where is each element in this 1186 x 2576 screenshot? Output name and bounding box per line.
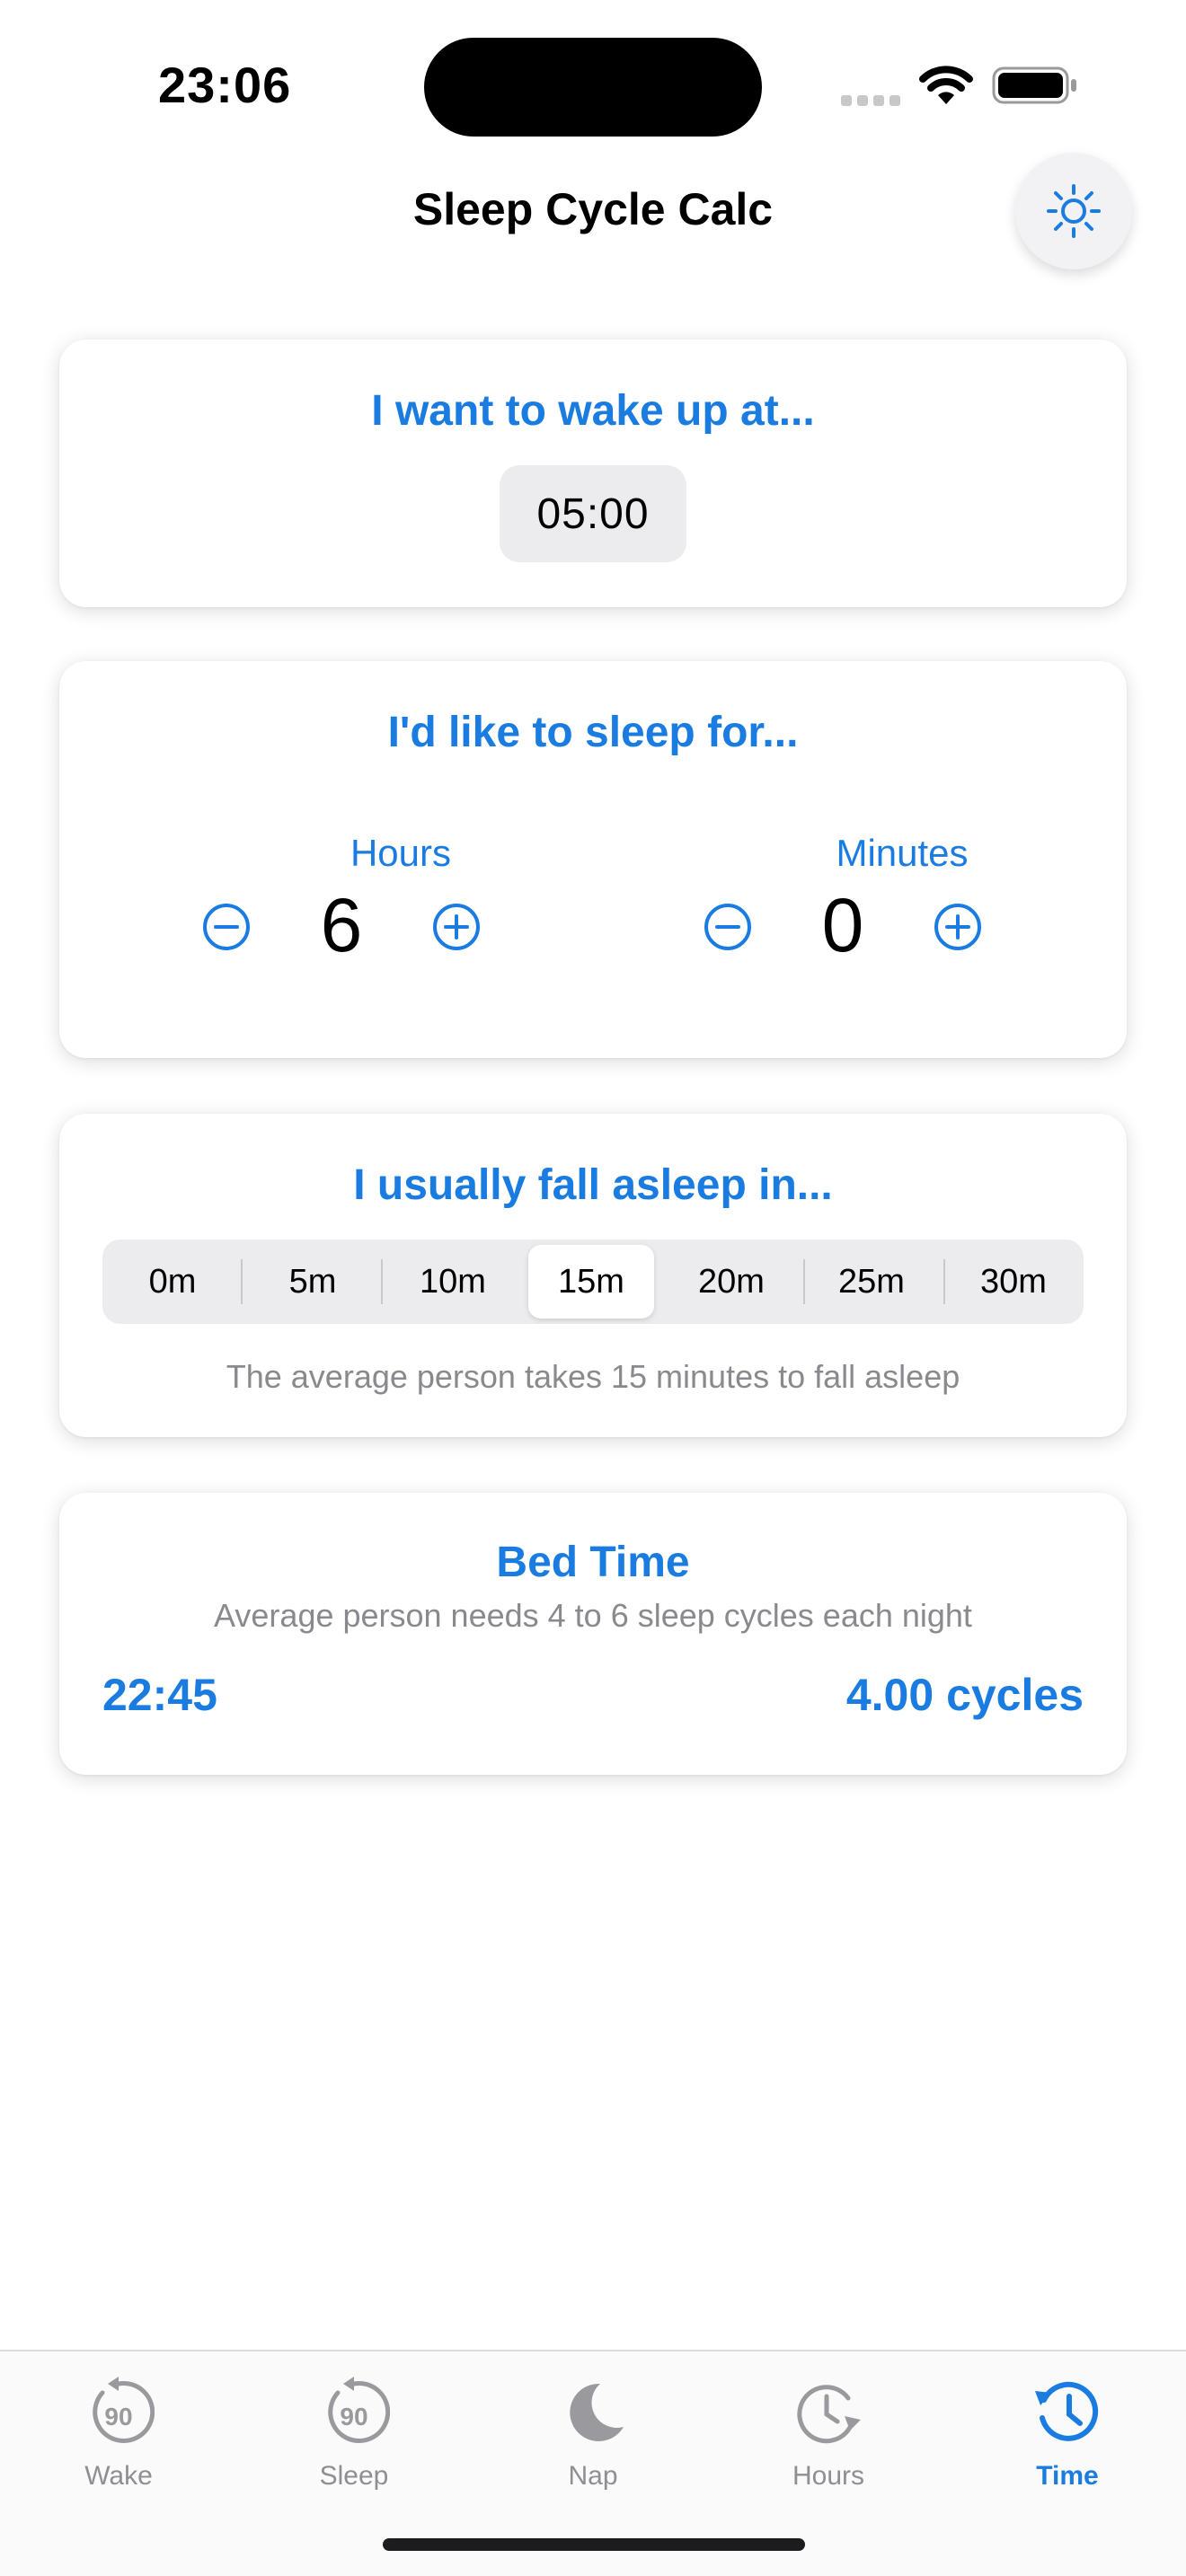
svg-text:90: 90 [104,2403,132,2430]
segment-divider [381,1259,383,1304]
tab-wake-label: Wake [84,2461,153,2491]
fall-asleep-card-title: I usually fall asleep in... [353,1161,833,1209]
moon-icon [570,2383,624,2441]
bed-time-subtitle: Average person needs 4 to 6 sleep cycles… [214,1597,972,1634]
segment-divider [803,1259,805,1304]
tab-nap-label: Nap [568,2461,618,2491]
minutes-value: 0 [821,883,864,967]
clock-history-icon [1035,2381,1099,2441]
segment-divider [241,1259,243,1304]
tab-sleep-label: Sleep [319,2461,389,2491]
clock-forward-icon [797,2385,861,2444]
status-bar: 23:06 [0,0,1186,171]
minutes-label: Minutes [836,832,969,874]
status-time: 23:06 [158,57,292,113]
hours-minus-button[interactable] [201,902,252,952]
segment-30m[interactable]: 30m [951,1245,1076,1319]
wifi-icon [919,66,973,104]
tab-sleep[interactable]: 90 Sleep [264,2360,444,2495]
bed-time-card: Bed Time Average person needs 4 to 6 sle… [59,1493,1127,1775]
home-indicator [383,2538,805,2551]
segment-20m[interactable]: 20m [668,1245,794,1319]
sleep-duration-card: I'd like to sleep for... Hours 6 Minutes… [59,661,1127,1058]
cellular-signal-icon [841,93,904,106]
segment-5m[interactable]: 5m [250,1245,376,1319]
bed-time-value: 22:45 [102,1670,217,1720]
fall-asleep-segmented-control: 0m 5m 10m 15m 20m 25m 30m [102,1239,1084,1324]
duration-card-title: I'd like to sleep for... [387,709,799,756]
tab-wake[interactable]: 90 Wake [29,2360,208,2495]
segment-0m[interactable]: 0m [110,1245,235,1319]
segment-divider [943,1259,945,1304]
segment-10m[interactable]: 10m [390,1245,516,1319]
tab-hours-label: Hours [792,2461,865,2491]
hours-plus-button[interactable] [431,902,482,952]
tab-time[interactable]: Time [978,2360,1157,2495]
segment-15m[interactable]: 15m [528,1245,654,1319]
sleep-90-icon: 90 [328,2377,390,2443]
wake-90-icon: 90 [93,2377,155,2443]
wake-time-card: I want to wake up at... 05:00 [59,340,1127,607]
bed-time-title: Bed Time [496,1539,690,1586]
svg-text:90: 90 [340,2403,367,2430]
minutes-plus-button[interactable] [933,902,983,952]
fall-asleep-hint: The average person takes 15 minutes to f… [226,1358,960,1395]
page-title: Sleep Cycle Calc [412,184,774,234]
fall-asleep-card: I usually fall asleep in... 0m 5m 10m 15… [59,1114,1127,1437]
hours-label: Hours [350,832,452,874]
segment-25m[interactable]: 25m [809,1245,934,1319]
minutes-minus-button[interactable] [703,902,753,952]
wake-time-picker[interactable]: 05:00 [500,465,686,562]
theme-toggle-button[interactable] [1015,153,1132,269]
tab-hours[interactable]: Hours [739,2360,918,2495]
hours-value: 6 [320,883,363,967]
dynamic-island [424,38,762,137]
wake-card-title: I want to wake up at... [371,387,815,435]
cycles-value: 4.00 cycles [845,1670,1084,1720]
tab-nap[interactable]: Nap [503,2360,683,2495]
battery-icon [992,66,1076,104]
sun-icon [1047,184,1101,238]
tab-time-label: Time [1036,2461,1099,2491]
